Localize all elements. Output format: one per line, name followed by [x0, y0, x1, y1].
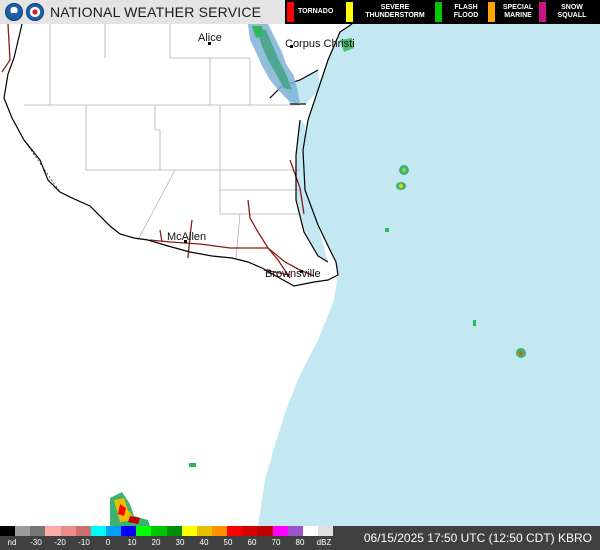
scale-color-0 [0, 526, 16, 536]
scale-label: 40 [199, 538, 209, 547]
snow-squall-swatch [539, 2, 546, 22]
agency-title: NATIONAL WEATHER SERVICE [50, 4, 262, 20]
snow-squall-label: SNOW SQUALL [557, 4, 587, 19]
scale-color-6 [90, 526, 106, 536]
warning-special-marine: SPECIAL MARINE [486, 0, 537, 24]
city-label-mcallen: McAllen [167, 231, 207, 243]
flash-flood-swatch [435, 2, 442, 22]
city-label-alice: Alice [198, 32, 222, 44]
reflectivity-scale-labels: nd -30 -20 -10 0 10 20 30 40 50 60 70 80 dBZ [0, 538, 333, 548]
severe-thunderstorm-label: SEVERE THUNDERSTORM [365, 4, 425, 19]
warning-snow-squall: SNOW SQUALL [537, 0, 594, 24]
scale-color-14 [211, 526, 228, 536]
scale-color-2 [30, 526, 46, 536]
scale-label: 30 [175, 538, 185, 547]
severe-thunderstorm-swatch [346, 2, 353, 22]
scale-color-1 [15, 526, 31, 536]
scale-label: -10 [78, 538, 90, 547]
echo-south-1 [189, 463, 196, 467]
reflectivity-color-scale [0, 526, 334, 536]
scale-color-13 [196, 526, 212, 536]
scale-label: 0 [105, 538, 111, 547]
scale-color-20 [302, 526, 318, 536]
warning-severe-thunderstorm: SEVERE THUNDERSTORM [344, 0, 433, 24]
scale-color-10 [151, 526, 167, 536]
scale-label: 10 [127, 538, 137, 547]
warning-flash-flood: FLASH FLOOD [433, 0, 486, 24]
city-label-corpus-christi: Corpus Christi [285, 38, 355, 50]
header-bar: NATIONAL WEATHER SERVICE TORNADO SEVERE … [0, 0, 600, 24]
scale-color-8 [121, 526, 137, 536]
scale-label: 50 [223, 538, 233, 547]
scale-color-7 [105, 526, 122, 536]
scale-color-17 [257, 526, 273, 536]
warning-legend: TORNADO SEVERE THUNDERSTORM FLASH FLOOD … [285, 0, 600, 24]
scale-label: 70 [271, 538, 281, 547]
scale-label: 80 [295, 538, 305, 547]
footer-bar: nd -30 -20 -10 0 10 20 30 40 50 60 70 80 dBZ 06/15/20… [0, 526, 600, 550]
echo-offshore-3 [385, 228, 389, 232]
special-marine-swatch [488, 2, 495, 22]
scale-color-16 [242, 526, 258, 536]
scale-color-11 [166, 526, 182, 536]
scale-label: nd [7, 538, 17, 547]
scale-label: -20 [54, 538, 66, 547]
scale-color-12 [181, 526, 197, 536]
scale-color-21 [317, 526, 334, 536]
scale-color-19 [287, 526, 303, 536]
scale-color-5 [75, 526, 91, 536]
brand-area: NATIONAL WEATHER SERVICE [0, 0, 285, 24]
radar-timestamp: 06/15/2025 17:50 UTC (12:50 CDT) KBRO [363, 531, 592, 545]
scale-color-15 [227, 526, 243, 536]
warning-tornado: TORNADO [285, 0, 344, 24]
scale-color-18 [272, 526, 288, 536]
scale-label: -30 [30, 538, 42, 547]
flash-flood-label: FLASH FLOOD [453, 4, 479, 19]
scale-color-4 [60, 526, 76, 536]
tornado-swatch [287, 2, 294, 22]
tornado-label: TORNADO [298, 8, 334, 15]
nws-logo-icon [26, 3, 44, 21]
radar-viewer: Alice Corpus Christi McAllen Brownsville… [0, 0, 600, 550]
special-marine-label: SPECIAL MARINE [502, 4, 534, 19]
echo-offshore-4 [473, 320, 476, 326]
echo-offshore-2 [396, 182, 406, 190]
scale-label: dBZ [316, 538, 332, 547]
echo-offshore-5 [516, 348, 526, 358]
noaa-logo-icon [5, 3, 23, 21]
echo-offshore-1 [399, 165, 409, 175]
city-label-brownsville: Brownsville [265, 268, 321, 280]
scale-color-3 [45, 526, 61, 536]
scale-label: 60 [247, 538, 257, 547]
scale-color-9 [136, 526, 152, 536]
scale-label: 20 [151, 538, 161, 547]
